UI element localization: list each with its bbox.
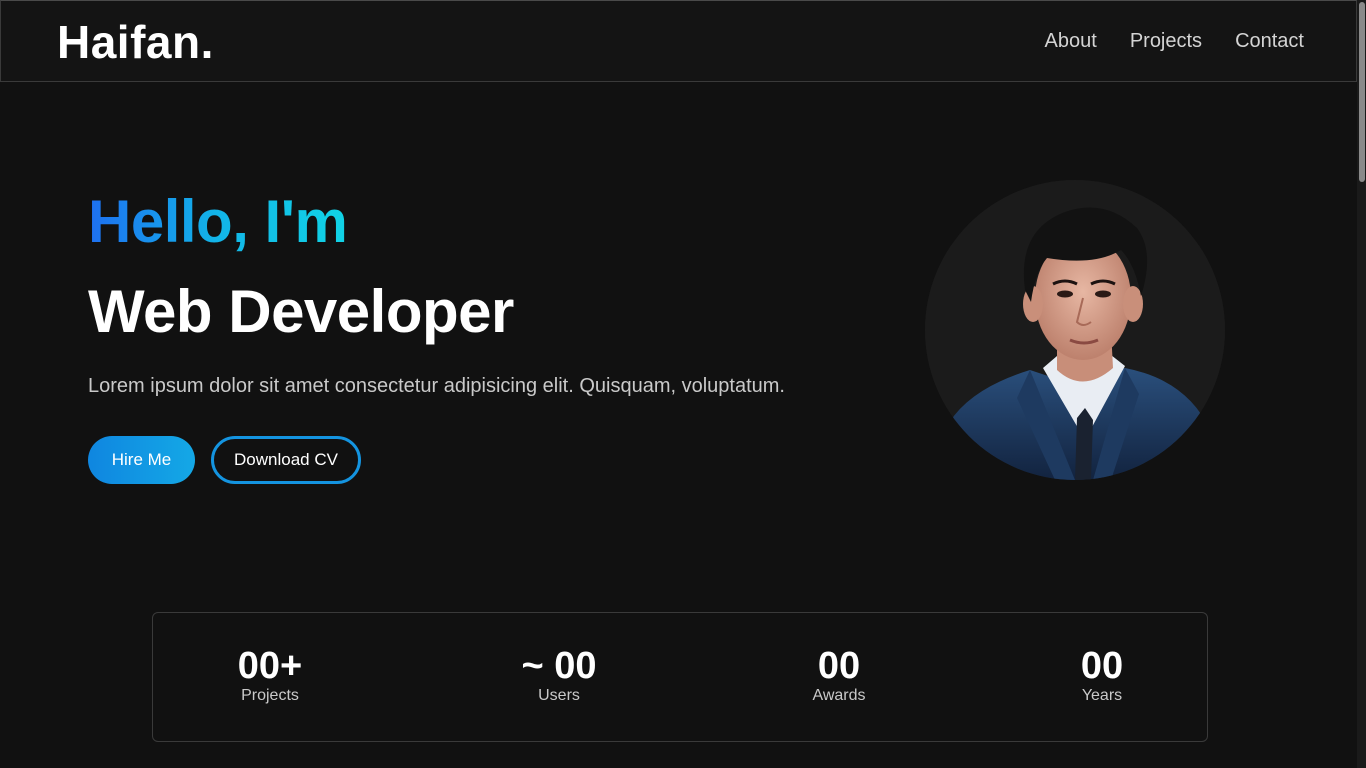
stat-awards: 00 Awards [739, 643, 939, 705]
nav-links: About Projects Contact [1045, 28, 1304, 54]
hero-buttons: Hire Me Download CV [88, 436, 361, 484]
profile-portrait-icon [925, 180, 1225, 480]
profile-avatar [925, 180, 1225, 480]
hero-description: Lorem ipsum dolor sit amet consectetur a… [88, 375, 785, 397]
stat-years: 00 Years [1002, 643, 1202, 705]
stat-value: 00 [1080, 645, 1124, 687]
hero-greeting: Hello, I'm [88, 186, 348, 258]
stat-value: 00+ [237, 645, 303, 687]
stats-card: 00+ Projects ~ 00 Users 00 Awards 00 Yea… [152, 612, 1208, 742]
stat-label: Awards [812, 687, 866, 704]
hero-role: Web Developer [88, 278, 514, 345]
stat-users: ~ 00 Users [459, 643, 659, 705]
hire-me-button[interactable]: Hire Me [88, 436, 195, 484]
navbar: Haifan. About Projects Contact [0, 0, 1357, 82]
scrollbar[interactable] [1357, 0, 1366, 768]
nav-link-about[interactable]: About [1045, 28, 1097, 54]
page: Haifan. About Projects Contact Hello, I'… [0, 0, 1366, 768]
stat-value: ~ 00 [521, 645, 597, 687]
stat-label: Years [1081, 687, 1123, 704]
nav-link-projects[interactable]: Projects [1130, 28, 1202, 54]
stat-label: Projects [241, 687, 299, 704]
site-logo[interactable]: Haifan. [57, 15, 214, 69]
stat-projects: 00+ Projects [170, 643, 370, 705]
download-cv-button[interactable]: Download CV [211, 436, 361, 484]
stat-label: Users [538, 687, 580, 704]
nav-link-contact[interactable]: Contact [1235, 28, 1304, 54]
stat-value: 00 [817, 645, 861, 687]
scrollbar-thumb[interactable] [1359, 2, 1365, 182]
